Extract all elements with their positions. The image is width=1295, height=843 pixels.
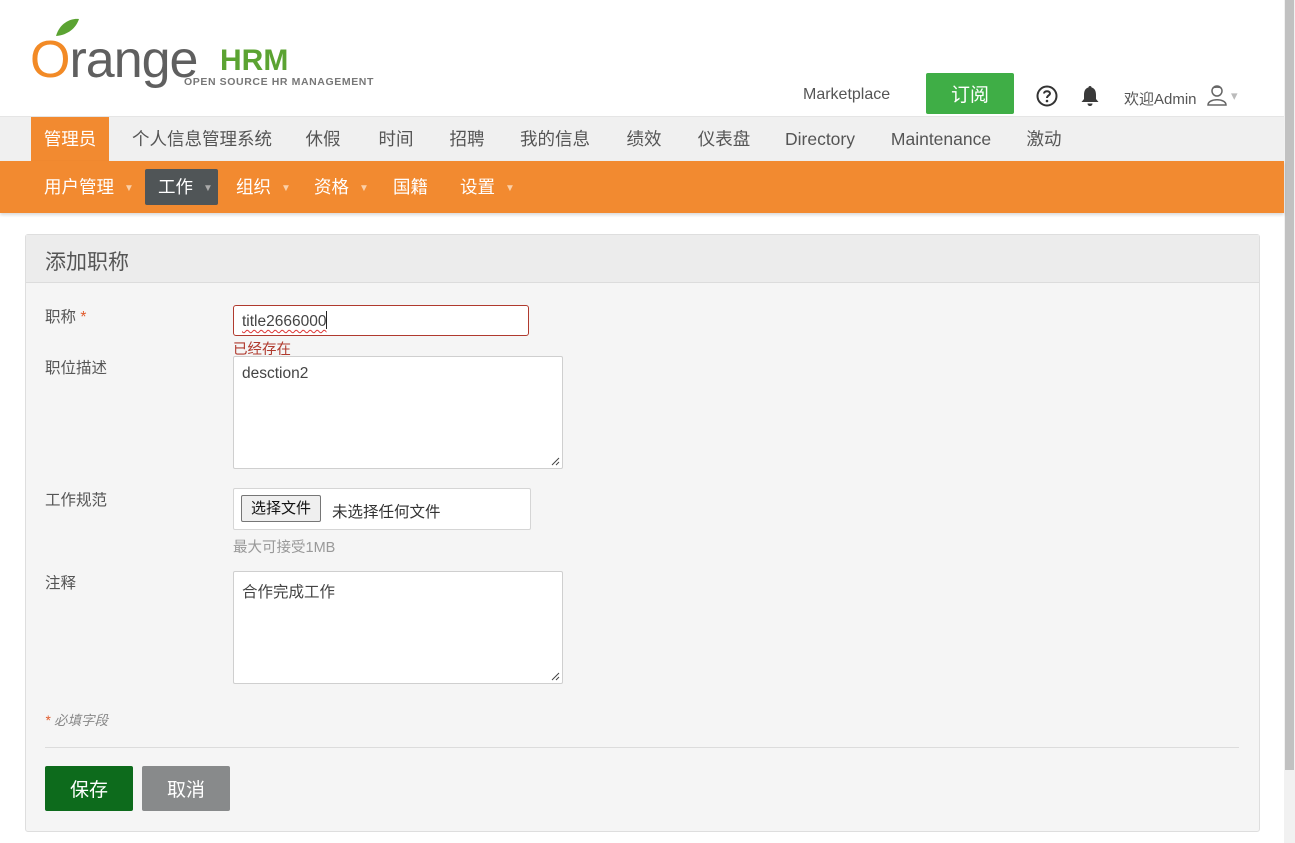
job-title-input[interactable]: title2666000 — [233, 305, 529, 336]
form-title: 添加职称 — [45, 251, 129, 274]
notification-bell-icon[interactable] — [1078, 84, 1102, 108]
main-menu: 管理员 个人信息管理系统 休假 时间 招聘 我的信息 绩效 仪表盘 Direct… — [0, 116, 1284, 162]
caret-down-icon: ▼ — [505, 183, 515, 194]
choose-file-button[interactable]: 选择文件 — [241, 495, 322, 522]
welcome-user-menu[interactable]: 欢迎Admin — [1124, 88, 1197, 109]
submenu-qualifications[interactable]: 资格 ▼ — [301, 169, 374, 205]
required-fields-note: * 必填字段 — [45, 713, 109, 728]
save-button[interactable]: 保存 — [45, 766, 133, 811]
text-cursor — [326, 311, 328, 329]
job-description-textarea[interactable]: desction2 — [233, 356, 563, 469]
menu-item-recruitment[interactable]: 招聘 — [440, 117, 494, 162]
caret-down-icon: ▼ — [359, 183, 369, 194]
header: Orange HRM OPEN SOURCE HR MANAGEMENT Mar… — [0, 0, 1284, 116]
submenu-configuration[interactable]: 设置 ▼ — [447, 169, 520, 205]
caret-down-icon: ▼ — [124, 183, 134, 194]
help-icon[interactable] — [1036, 85, 1058, 107]
submenu-organization[interactable]: 组织 ▼ — [223, 169, 296, 205]
job-specification-label: 工作规范 — [45, 492, 108, 509]
job-description-label: 职位描述 — [45, 360, 108, 377]
caret-down-icon: ▼ — [281, 183, 291, 194]
subscribe-button[interactable]: 订阅 — [926, 73, 1014, 114]
note-label: 注释 — [45, 575, 77, 592]
note-textarea[interactable]: 合作完成工作 — [233, 571, 563, 684]
orangehrm-logo[interactable]: Orange HRM OPEN SOURCE HR MANAGEMENT — [30, 18, 390, 92]
resize-grip-icon[interactable] — [550, 671, 560, 681]
user-menu-caret-icon[interactable]: ▾ — [1231, 88, 1238, 104]
no-file-selected-text: 未选择任何文件 — [332, 504, 441, 521]
menu-item-performance[interactable]: 绩效 — [617, 117, 671, 162]
admin-submenu: 用户管理 ▼ 工作 ▼ 组织 ▼ 资格 ▼ 国籍 设置 ▼ — [0, 161, 1284, 213]
page-scrollbar[interactable] — [1284, 0, 1295, 843]
menu-item-maintenance[interactable]: Maintenance — [882, 117, 1000, 162]
menu-item-my-info[interactable]: 我的信息 — [510, 117, 600, 162]
menu-item-dashboard[interactable]: 仪表盘 — [688, 117, 760, 162]
menu-item-time[interactable]: 时间 — [369, 117, 423, 162]
menu-item-leave[interactable]: 休假 — [296, 117, 350, 162]
user-avatar-icon[interactable] — [1207, 84, 1227, 106]
menu-item-pim[interactable]: 个人信息管理系统 — [122, 117, 282, 162]
menu-item-directory[interactable]: Directory — [776, 117, 864, 162]
form-header: 添加职称 — [26, 235, 1259, 283]
logo-wordmark: Orange — [30, 31, 198, 89]
submenu-user-management[interactable]: 用户管理 ▼ — [31, 169, 140, 205]
submenu-job[interactable]: 工作 ▼ — [145, 169, 218, 205]
job-specification-file-input: 选择文件 未选择任何文件 — [233, 488, 531, 530]
job-title-label: 职称 * — [45, 309, 87, 326]
menu-item-admin[interactable]: 管理员 — [31, 117, 109, 162]
resize-grip-icon[interactable] — [550, 456, 560, 466]
file-size-hint: 最大可接受1MB — [233, 540, 336, 556]
cancel-button[interactable]: 取消 — [142, 766, 230, 811]
logo-hrm: HRM — [220, 44, 289, 77]
scrollbar-thumb[interactable] — [1285, 0, 1294, 770]
add-job-title-form: 添加职称 职称 * title2666000 已经存在 职位描述 desctio… — [25, 234, 1260, 832]
menu-item-buzz[interactable]: 激动 — [1017, 117, 1071, 162]
logo-tagline: OPEN SOURCE HR MANAGEMENT — [184, 76, 375, 88]
form-divider — [45, 747, 1239, 748]
caret-down-icon: ▼ — [203, 183, 213, 194]
marketplace-link[interactable]: Marketplace — [803, 86, 890, 104]
submenu-nationalities[interactable]: 国籍 — [380, 169, 437, 205]
